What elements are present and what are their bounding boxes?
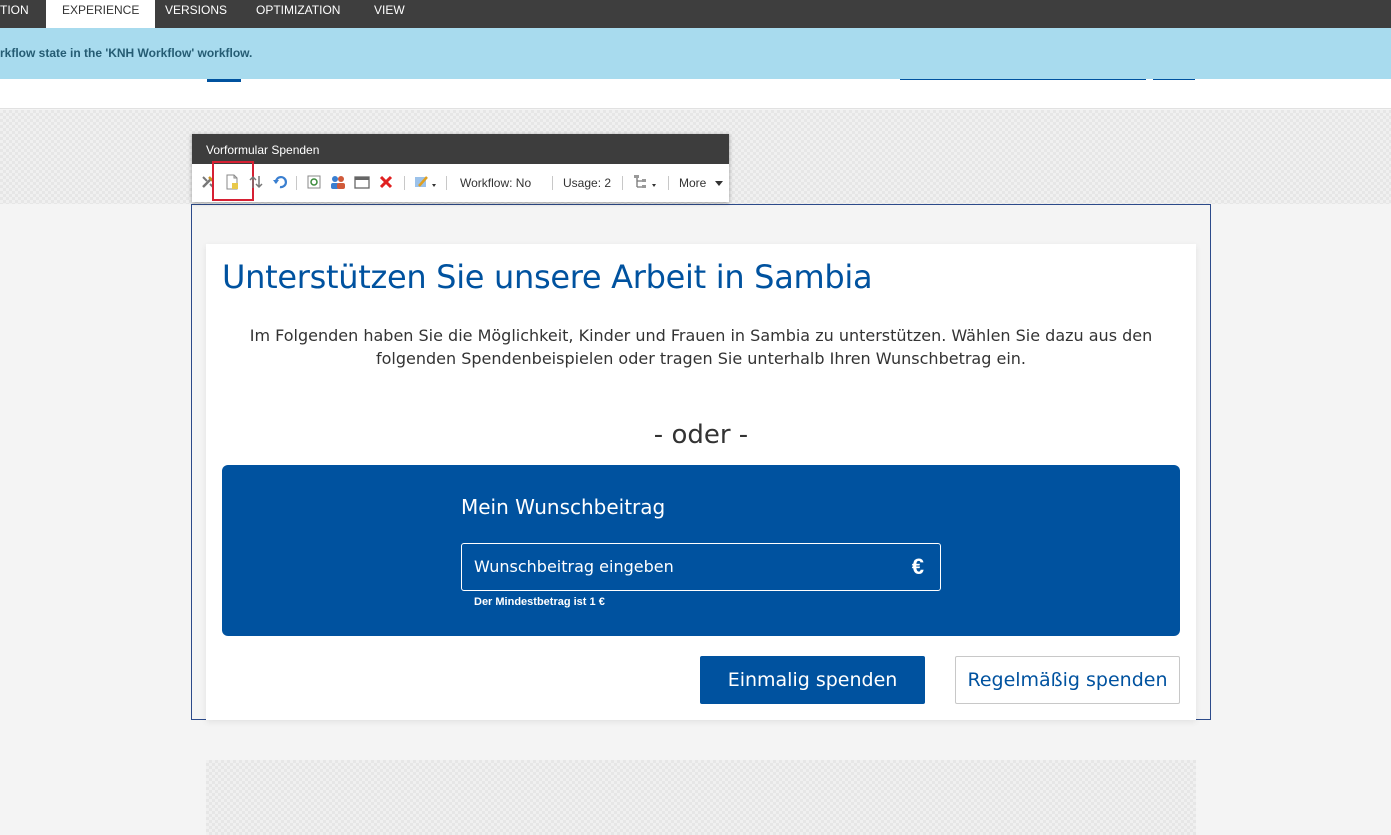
chevron-down-icon: [714, 181, 723, 186]
chrome-toolbar: Workflow: No Usage: 2 More: [192, 161, 729, 202]
delete-icon[interactable]: [378, 174, 394, 190]
toolbar-separator: [296, 176, 297, 190]
toolbar-separator: [622, 176, 623, 190]
page-title: Unterstützen Sie unsere Arbeit in Sambia: [222, 258, 873, 296]
toolbar-separator: [446, 176, 447, 190]
workflow-notification: rkflow state in the 'KNH Workflow' workf…: [0, 28, 1391, 79]
wish-amount-box: Mein Wunschbeitrag Wunschbeitrag eingebe…: [222, 465, 1180, 636]
undo-icon[interactable]: [272, 174, 288, 190]
new-item-icon[interactable]: [224, 174, 240, 190]
more-menu[interactable]: More: [679, 176, 724, 190]
toolbar-separator: [404, 176, 405, 190]
or-separator: - oder -: [653, 420, 749, 450]
wish-amount-input[interactable]: Wunschbeitrag eingeben €: [461, 543, 941, 591]
tab-versions[interactable]: VERSIONS: [149, 0, 243, 28]
minimum-amount-hint: Der Mindestbetrag ist 1 €: [474, 596, 605, 608]
tab-view[interactable]: VIEW: [358, 0, 421, 28]
toolbar-separator: [668, 176, 669, 190]
euro-icon: €: [911, 554, 924, 579]
tree-dropdown-icon[interactable]: [633, 174, 656, 190]
users-icon[interactable]: [330, 174, 346, 190]
more-menu-label: More: [679, 176, 707, 190]
donation-form-card: Unterstützen Sie unsere Arbeit in Sambia…: [206, 244, 1196, 720]
page-header: [0, 79, 1391, 109]
header-accent-left: [207, 79, 241, 82]
wish-amount-placeholder: Wunschbeitrag eingeben: [474, 557, 674, 576]
tab-publish-partial[interactable]: TION: [0, 0, 45, 28]
usage-count[interactable]: Usage: 2: [563, 176, 611, 190]
toolbar-separator: [552, 176, 553, 190]
wish-amount-title: Mein Wunschbeitrag: [461, 495, 666, 519]
move-icon[interactable]: [248, 174, 264, 190]
window-icon[interactable]: [354, 174, 370, 190]
workflow-status: Workflow: No: [460, 176, 532, 190]
donate-once-button[interactable]: Einmalig spenden: [700, 656, 925, 704]
ribbon-tabs: TION EXPERIENCE VERSIONS OPTIMIZATION VI…: [0, 0, 1391, 28]
refresh-page-icon[interactable]: [306, 174, 322, 190]
tab-optimization[interactable]: OPTIMIZATION: [240, 0, 356, 28]
chrome-title: Vorformular Spenden: [192, 134, 729, 164]
tab-experience[interactable]: EXPERIENCE: [46, 0, 156, 28]
header-accent-right-small: [1153, 79, 1195, 80]
rendering-chrome: Vorformular Spenden Workflow: No Usage: …: [192, 134, 729, 202]
workflow-notification-text: rkflow state in the 'KNH Workflow' workf…: [0, 46, 253, 60]
donate-regularly-button[interactable]: Regelmäßig spenden: [955, 656, 1180, 704]
header-accent-right: [900, 79, 1146, 80]
intro-text: Im Folgenden haben Sie die Möglichkeit, …: [249, 326, 1153, 368]
edit-dropdown-icon[interactable]: [414, 174, 436, 190]
placeholder-area-bottom: [206, 760, 1196, 835]
